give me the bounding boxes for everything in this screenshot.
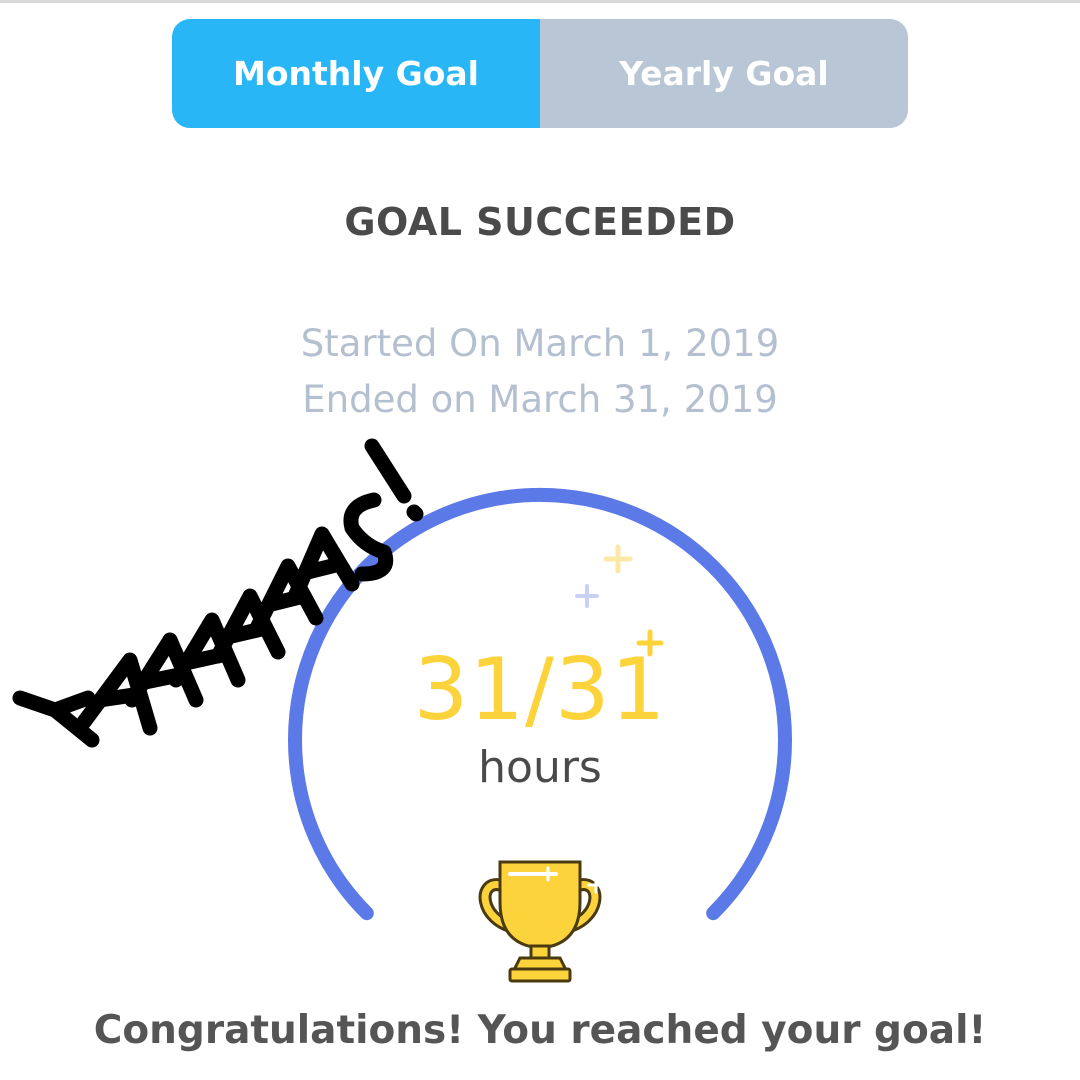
congratulations-message: Congratulations! You reached your goal! [93, 1008, 987, 1053]
progress-ring [288, 488, 792, 983]
progress-unit: hours [478, 742, 602, 793]
progress-count: 31/31 [413, 640, 667, 740]
trophy-icon [478, 860, 605, 983]
sparkle-icon [575, 544, 664, 657]
